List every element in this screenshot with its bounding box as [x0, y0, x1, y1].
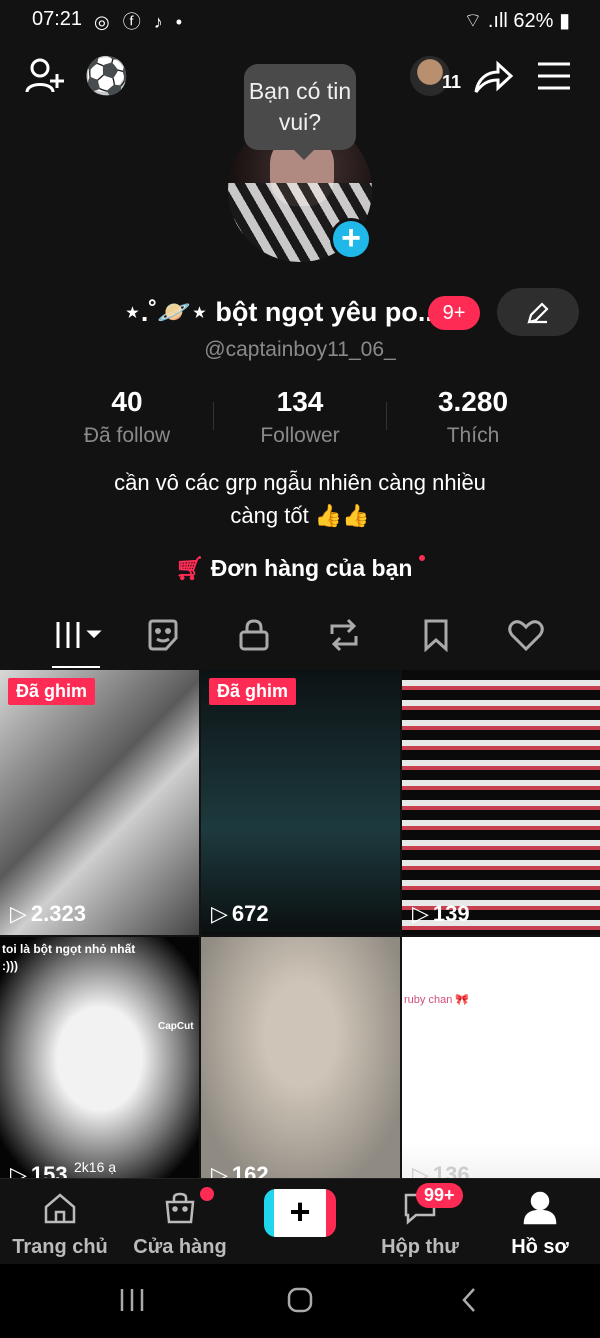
nav-home[interactable]: Trang chủ: [0, 1191, 120, 1259]
plus-icon: +: [289, 1191, 311, 1232]
sticker-tab-icon[interactable]: [146, 618, 180, 657]
following-label: Đã follow: [83, 424, 171, 447]
orders-dot: [418, 555, 425, 561]
video-thumbnail[interactable]: Đã ghim 2.323: [0, 670, 199, 935]
status-app-icons: ◎ ⓕ ♪ •: [94, 12, 187, 32]
followers-stat[interactable]: 134 Follower: [213, 386, 387, 448]
video-grid: Đã ghim 2.323 Đã ghim 672 139 toi là bột…: [0, 670, 600, 1180]
view-count: 2.323: [10, 901, 86, 927]
bio: cần vô các grp ngẫu nhiên càng nhiều càn…: [60, 466, 540, 532]
view-count: 672: [211, 901, 269, 927]
lock-tab-icon[interactable]: [238, 618, 270, 657]
bio-line: cần vô các grp ngẫu nhiên càng nhiều: [114, 470, 486, 495]
status-time: 07:21: [32, 8, 83, 30]
pinned-badge: Đã ghim: [209, 678, 297, 705]
bottom-nav: Trang chủ Cửa hàng + 99+ Hộp thư Hồ sơ: [0, 1178, 600, 1265]
status-bar: 07:21 ◎ ⓕ ♪ • ⌔ .ıll 62% ▮: [0, 0, 600, 40]
orders-label: Đơn hàng của bạn: [210, 555, 413, 581]
likes-count: 3.280: [437, 386, 509, 417]
following-stat[interactable]: 40 Đã follow: [40, 386, 214, 448]
pinned-badge: Đã ghim: [8, 678, 96, 705]
likes-label: Thích: [446, 424, 500, 447]
following-count: 40: [111, 386, 143, 417]
nav-profile-label: Hồ sơ: [511, 1236, 569, 1258]
nav-home-label: Trang chủ: [12, 1236, 108, 1258]
pencil-icon: [527, 302, 549, 324]
bio-line: càng tốt 👍👍: [230, 503, 370, 528]
video-thumbnail[interactable]: toi là bột ngọt nhỏ nhất :))) CapCut 2k1…: [0, 937, 199, 1180]
view-count: 139: [412, 901, 470, 927]
nav-inbox-label: Hộp thư: [381, 1236, 459, 1258]
followers-count: 134: [276, 386, 324, 417]
nav-profile[interactable]: Hồ sơ: [480, 1191, 600, 1259]
shopping-bag-icon: [165, 1192, 195, 1224]
followers-label: Follower: [260, 424, 340, 447]
home-button-icon[interactable]: [286, 1286, 314, 1319]
video-thumbnail[interactable]: Đã ghim 672: [201, 670, 400, 935]
name-badge[interactable]: 9+: [428, 296, 480, 330]
wifi-icon: ⌔ .ıll: [463, 10, 514, 32]
back-icon[interactable]: [456, 1286, 484, 1319]
liked-tab-icon[interactable]: [508, 618, 544, 657]
add-friend-icon[interactable]: [24, 56, 66, 103]
active-tab-indicator: [52, 666, 100, 668]
status-right: ⌔ .ıll 62% ▮: [463, 8, 570, 33]
shop-notification-dot: [200, 1187, 214, 1201]
video-overlay-text: 2k16 ạ: [74, 1159, 117, 1175]
recent-apps-icon[interactable]: [118, 1286, 146, 1319]
repost-tab-icon[interactable]: [326, 618, 362, 657]
home-icon: [44, 1193, 76, 1224]
soccer-ball-icon[interactable]: ⚽: [84, 56, 129, 96]
cart-icon: 🛒︎: [175, 555, 205, 581]
video-thumbnail[interactable]: 139: [402, 670, 600, 935]
username: @captainboy11_06_: [204, 338, 396, 361]
battery-icon: ▮: [553, 10, 570, 32]
capcut-watermark: CapCut: [158, 1021, 194, 1032]
menu-icon[interactable]: [536, 60, 572, 97]
likes-stat[interactable]: 3.280 Thích: [386, 386, 560, 448]
video-thumbnail[interactable]: ruby chan 🎀 136: [402, 937, 600, 1180]
orders-link[interactable]: 🛒︎ Đơn hàng của bạn: [0, 555, 600, 582]
bookmark-tab-icon[interactable]: [422, 618, 450, 657]
system-nav-bar: [0, 1264, 600, 1338]
battery-level: 62%: [513, 10, 554, 32]
videos-grid-tab-icon[interactable]: [54, 618, 102, 657]
video-caption: toi là bột ngọt nhỏ nhất :))): [2, 942, 136, 973]
person-icon: [523, 1191, 557, 1225]
content-tabs: [0, 612, 600, 668]
nav-shop-label: Cửa hàng: [133, 1236, 227, 1258]
inbox-badge: 99+: [416, 1183, 463, 1208]
display-name: ⋆.˚🪐⋆ bột ngọt yêu po...: [124, 297, 441, 327]
video-caption: ruby chan 🎀: [404, 994, 470, 1006]
nav-inbox[interactable]: 99+ Hộp thư: [360, 1183, 480, 1259]
share-icon[interactable]: [472, 56, 514, 103]
status-bubble[interactable]: Bạn có tin vui?: [244, 64, 356, 160]
story-count: 11: [442, 72, 462, 92]
create-button[interactable]: +: [264, 1189, 336, 1237]
add-story-button[interactable]: +: [330, 218, 372, 260]
video-thumbnail[interactable]: 162: [201, 937, 400, 1180]
edit-profile-button[interactable]: [497, 288, 579, 336]
nav-shop[interactable]: Cửa hàng: [120, 1187, 240, 1259]
